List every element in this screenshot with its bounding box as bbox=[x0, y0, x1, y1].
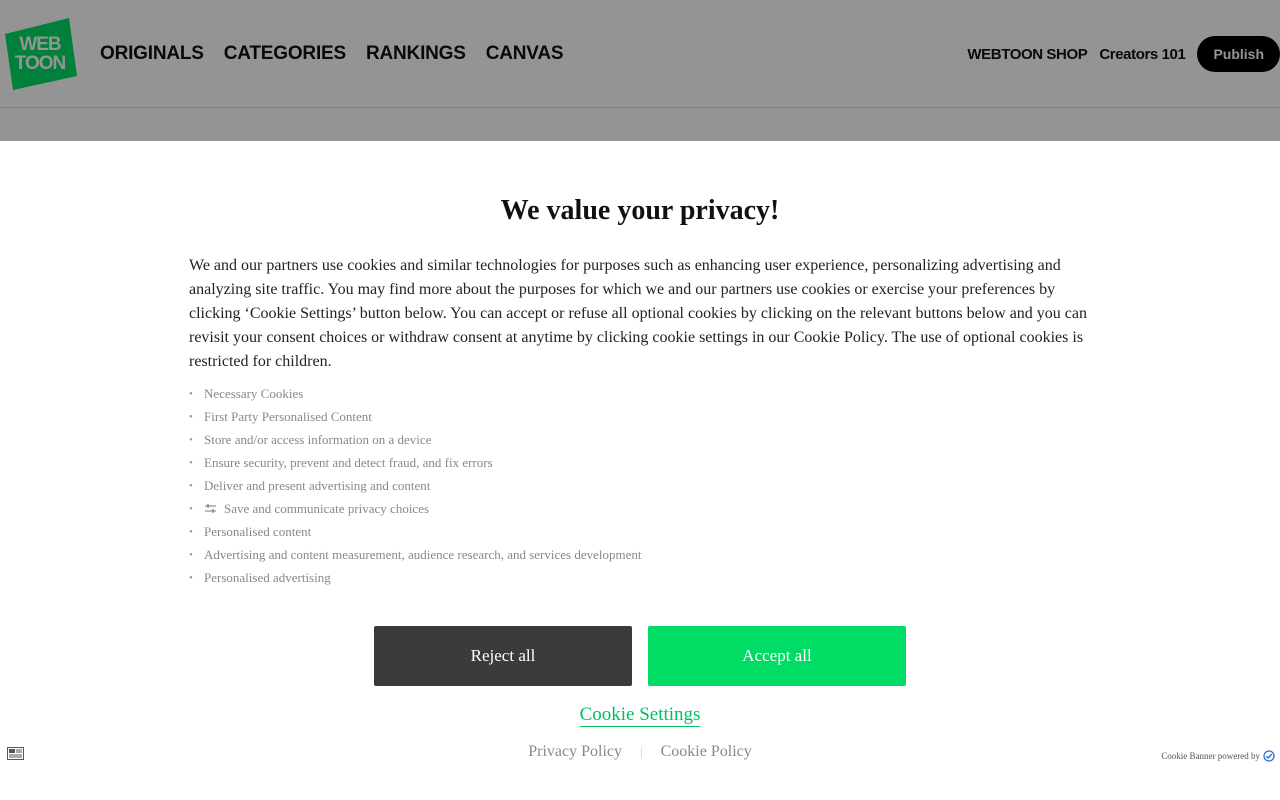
modal-overlay bbox=[0, 0, 1280, 141]
bullet-icon: • bbox=[189, 525, 193, 538]
cookie-policy-link[interactable]: Cookie Policy bbox=[661, 743, 752, 761]
purpose-item: • Personalised advertising bbox=[189, 566, 889, 589]
powered-by-label: Cookie Banner powered by bbox=[1161, 751, 1260, 761]
separator: | bbox=[640, 744, 643, 759]
purpose-item: • Save and communicate privacy choices bbox=[189, 497, 889, 520]
language-flag-icon[interactable] bbox=[7, 747, 24, 760]
cookie-settings-row: Cookie Settings bbox=[0, 704, 1280, 727]
bullet-icon: • bbox=[189, 433, 193, 446]
bullet-icon: • bbox=[189, 410, 193, 423]
privacy-policy-link[interactable]: Privacy Policy bbox=[528, 743, 622, 761]
purpose-label: Deliver and present advertising and cont… bbox=[204, 477, 431, 493]
purpose-item: • Necessary Cookies bbox=[189, 382, 889, 405]
purpose-item: • Personalised content bbox=[189, 520, 889, 543]
purposes-list: • Necessary Cookies • First Party Personal… bbox=[189, 382, 889, 589]
bullet-icon: • bbox=[189, 387, 193, 400]
check-shield-icon bbox=[1263, 750, 1275, 762]
bullet-icon: • bbox=[189, 548, 193, 561]
accept-all-button[interactable]: Accept all bbox=[648, 626, 906, 686]
powered-by[interactable]: Cookie Banner powered by bbox=[1161, 750, 1275, 762]
purpose-item: • First Party Personalised Content bbox=[189, 405, 889, 428]
purpose-item: • Deliver and present advertising and con… bbox=[189, 474, 889, 497]
purpose-label: Necessary Cookies bbox=[204, 385, 304, 401]
sliders-icon bbox=[205, 504, 216, 513]
cookie-banner: We value your privacy! We and our partne… bbox=[0, 141, 1280, 800]
purpose-label: Ensure security, prevent and detect frau… bbox=[204, 454, 493, 470]
purpose-label: Personalised content bbox=[204, 523, 312, 539]
purpose-label: Store and/or access information on a dev… bbox=[204, 431, 432, 447]
banner-title: We value your privacy! bbox=[500, 195, 780, 226]
purpose-item: • Ensure security, prevent and detect fra… bbox=[189, 451, 889, 474]
cookie-settings-link[interactable]: Cookie Settings bbox=[579, 704, 701, 727]
bullet-icon: • bbox=[189, 502, 193, 515]
banner-description: We and our partners use cookies and simi… bbox=[189, 257, 1088, 370]
policy-links: Privacy Policy | Cookie Policy bbox=[0, 743, 1280, 761]
bullet-icon: • bbox=[189, 571, 193, 584]
bullet-icon: • bbox=[189, 456, 193, 469]
purpose-label: Personalised advertising bbox=[204, 569, 331, 585]
purpose-label: First Party Personalised Content bbox=[204, 408, 372, 424]
bullet-icon: • bbox=[189, 479, 193, 492]
reject-all-button[interactable]: Reject all bbox=[374, 626, 632, 686]
purpose-label: Save and communicate privacy choices bbox=[224, 500, 430, 516]
purpose-item: • Store and/or access information on a de… bbox=[189, 428, 889, 451]
purpose-item: • Advertising and content measurement, au… bbox=[189, 543, 889, 566]
purpose-label: Advertising and content measurement, aud… bbox=[204, 546, 642, 562]
